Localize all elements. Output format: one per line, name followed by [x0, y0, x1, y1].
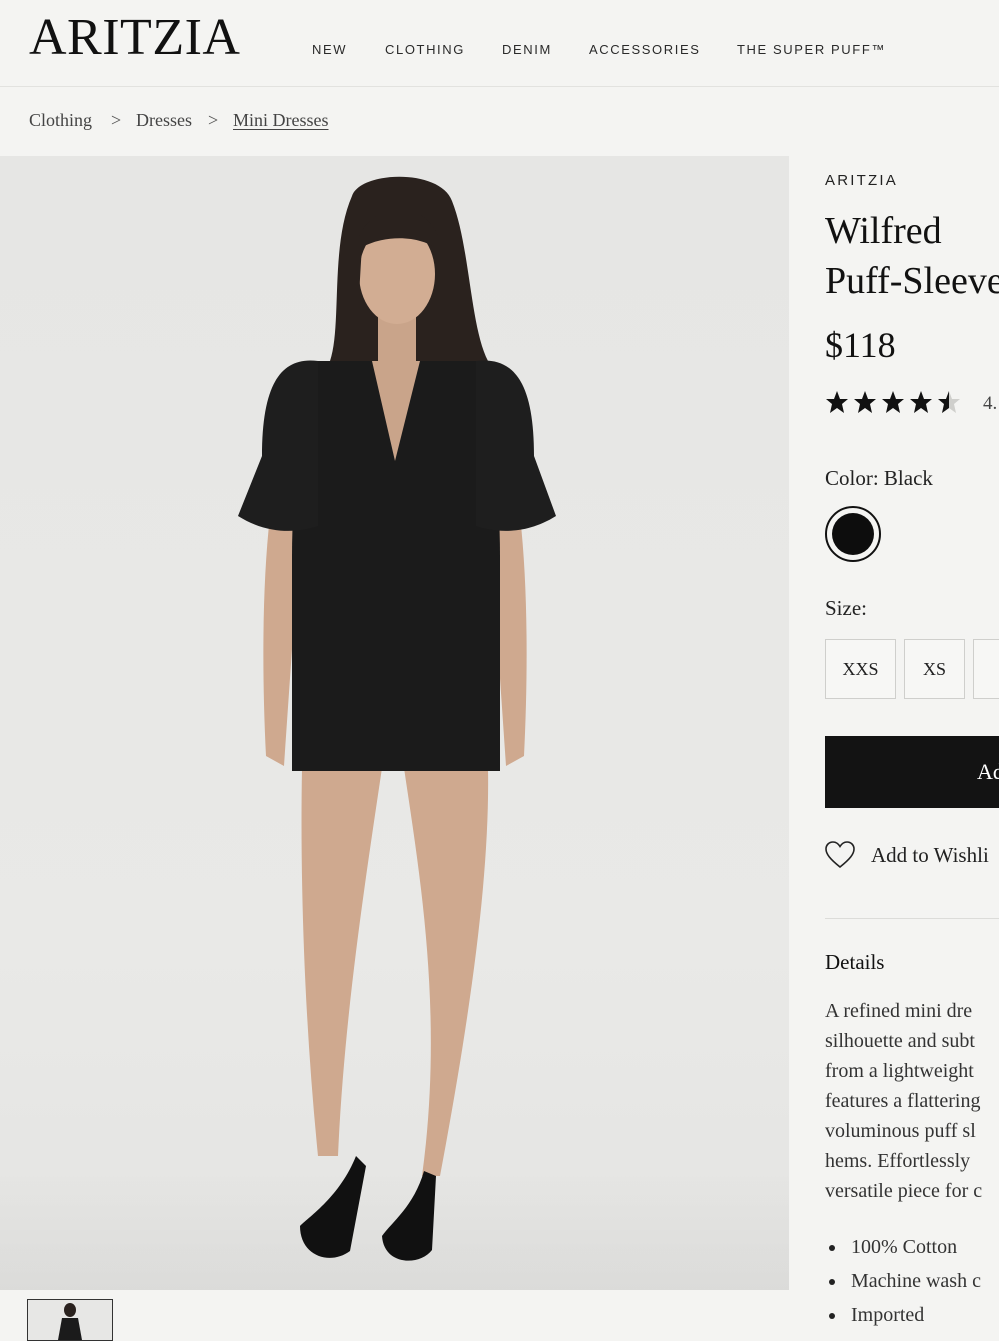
feature-item: 100% Cotton — [825, 1230, 981, 1264]
model-illustration — [238, 176, 556, 1261]
product-price: $118 — [825, 325, 896, 365]
color-label: Color: Black — [825, 466, 933, 490]
product-title-line-1: Wilfred — [825, 210, 942, 252]
description-line: features a flattering — [825, 1090, 981, 1112]
description-line: A refined mini dre — [825, 1000, 973, 1022]
description-line: voluminous puff sl — [825, 1120, 976, 1142]
rating-value: 4. — [983, 393, 998, 414]
product-features-list: 100% Cotton Machine wash c Imported — [825, 1230, 981, 1332]
feature-item: Imported — [825, 1298, 981, 1332]
description-line: from a lightweight — [825, 1060, 974, 1082]
star-rating-icon — [826, 391, 960, 413]
size-option-s[interactable] — [973, 639, 999, 699]
size-label: Size: — [825, 596, 867, 620]
feature-item: Machine wash c — [825, 1264, 981, 1298]
description-line: versatile piece for c — [825, 1180, 983, 1202]
product-title: Wilfred Puff-Sleeve — [825, 206, 999, 306]
product-title-line-2: Puff-Sleeve — [825, 260, 999, 302]
product-description: A refined mini dre silhouette and subt f… — [825, 996, 999, 1206]
wishlist-label: Add to Wishli — [871, 843, 989, 867]
details-heading[interactable]: Details — [825, 950, 884, 975]
color-swatch-black[interactable] — [825, 506, 881, 562]
chevron-right-icon: > — [208, 110, 219, 130]
heart-icon — [825, 841, 855, 869]
nav-new[interactable]: NEW — [312, 42, 347, 57]
nav-clothing[interactable]: CLOTHING — [385, 42, 465, 57]
divider — [825, 918, 999, 919]
product-image[interactable] — [0, 156, 789, 1290]
chevron-right-icon: > — [111, 110, 122, 130]
size-option-xxs[interactable]: XXS — [825, 639, 896, 699]
breadcrumb-mini-dresses[interactable]: Mini Dresses — [233, 110, 329, 131]
add-to-bag-button[interactable]: Ad — [825, 736, 999, 808]
breadcrumb-clothing[interactable]: Clothing — [29, 110, 92, 131]
product-info-panel: ARITZIA Wilfred Puff-Sleeve $118 4. Colo… — [825, 156, 999, 1333]
nav-denim[interactable]: DENIM — [502, 42, 552, 57]
site-header: ARITZIA NEW CLOTHING DENIM ACCESSORIES T… — [0, 0, 999, 87]
size-option-xs[interactable]: XS — [904, 639, 965, 699]
description-line: hems. Effortlessly — [825, 1150, 971, 1172]
breadcrumb-dresses[interactable]: Dresses — [136, 110, 192, 131]
product-thumbnail[interactable] — [27, 1299, 113, 1341]
thumbnail-image — [58, 1303, 82, 1340]
nav-accessories[interactable]: ACCESSORIES — [589, 42, 701, 57]
nav-super-puff[interactable]: THE SUPER PUFF™ — [737, 42, 886, 57]
description-line: silhouette and subt — [825, 1030, 975, 1052]
product-brand: ARITZIA — [825, 172, 898, 189]
main-nav: NEW CLOTHING DENIM ACCESSORIES THE SUPER… — [0, 42, 999, 62]
